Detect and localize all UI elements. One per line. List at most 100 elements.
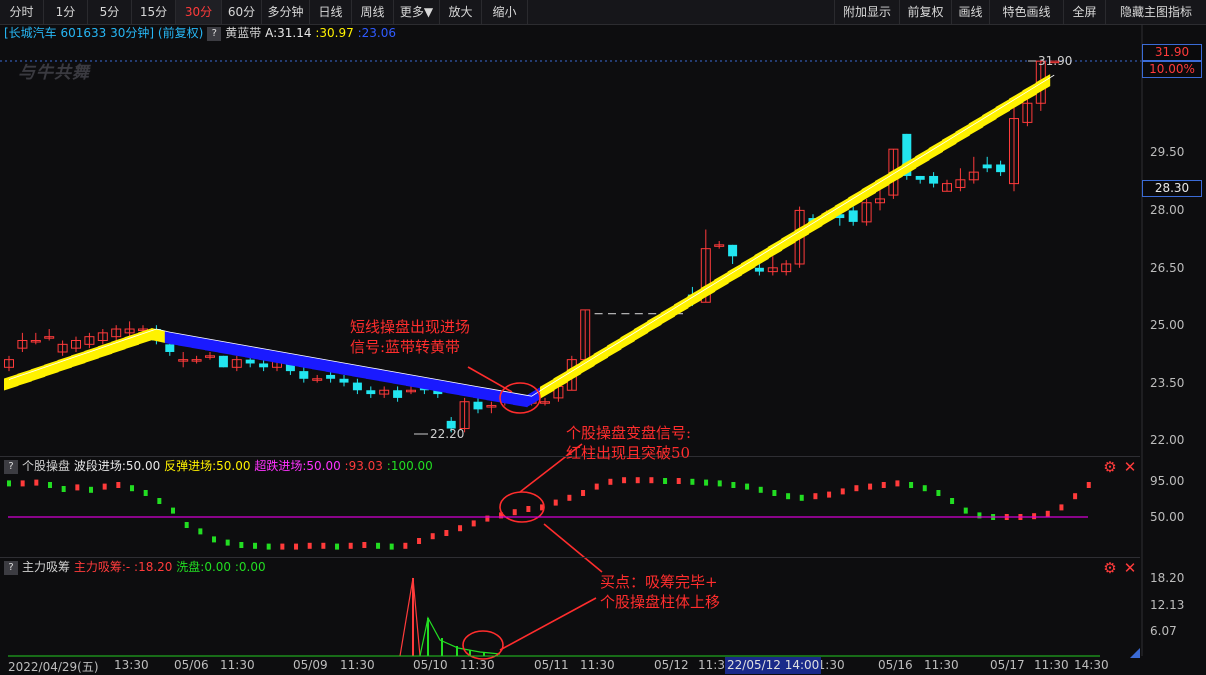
candle-body xyxy=(942,183,952,192)
candle-body xyxy=(312,378,323,381)
blue-band-segment xyxy=(205,338,220,353)
rising-bar xyxy=(75,484,80,491)
candle-body xyxy=(781,263,792,273)
blue-band-segment xyxy=(526,386,541,408)
annotation-arrow-1 xyxy=(467,366,513,393)
candle-body xyxy=(366,390,376,395)
blue-band-segment xyxy=(325,359,340,374)
zoom-out-button[interactable]: 缩小 xyxy=(482,0,528,24)
time-tick: 05/16 xyxy=(878,658,913,672)
help-icon[interactable]: ? xyxy=(4,459,18,474)
tab-1min[interactable]: 1分 xyxy=(44,0,88,24)
candle-body xyxy=(835,214,845,219)
blue-band-segment xyxy=(499,390,515,405)
rising-bar xyxy=(1004,514,1009,520)
candle-body xyxy=(996,164,1006,173)
annotation-circle-2 xyxy=(499,491,545,523)
rising-bar xyxy=(840,488,845,495)
candle-body xyxy=(57,343,68,353)
extra-display-button[interactable]: 附加显示 xyxy=(834,0,900,24)
tab-15min[interactable]: 15分 xyxy=(132,0,176,24)
falling-bar xyxy=(758,486,763,493)
falling-bar xyxy=(772,490,777,496)
candle-body xyxy=(499,397,510,403)
annotation-line: 信号:蓝带转黄带 xyxy=(350,338,461,356)
rising-bar xyxy=(417,538,422,544)
falling-bar xyxy=(266,543,271,550)
yellow-band-segment xyxy=(1022,82,1037,103)
falling-bar xyxy=(212,536,217,543)
fullscreen-button[interactable]: 全屏 xyxy=(1064,0,1106,24)
tab-multi-min[interactable]: 多分钟 xyxy=(262,0,310,24)
time-tick: 11:30 xyxy=(460,658,495,672)
tab-30min[interactable]: 30分 xyxy=(176,0,222,24)
cursor-date-label: 22/05/12 14:00 xyxy=(725,657,822,674)
yellow-band-segment xyxy=(714,271,729,292)
hide-indicator-button[interactable]: 隐藏主图指标 xyxy=(1106,0,1206,24)
blue-band-segment xyxy=(298,354,314,370)
blue-band-segment xyxy=(231,343,247,358)
rising-bar xyxy=(1032,513,1037,520)
tab-60min[interactable]: 60分 xyxy=(222,0,262,24)
pre-adjust-button[interactable]: 前复权 xyxy=(900,0,952,24)
yellow-band-segment xyxy=(580,353,595,375)
rising-bar xyxy=(280,543,285,550)
tab-daily[interactable]: 日线 xyxy=(310,0,352,24)
special-draw-button[interactable]: 特色画线 xyxy=(990,0,1064,24)
candle-body xyxy=(218,355,228,368)
help-icon[interactable]: ? xyxy=(207,26,222,41)
candle-body xyxy=(929,175,939,184)
candle-body xyxy=(767,267,778,273)
falling-bar xyxy=(799,494,804,501)
blue-band-segment xyxy=(285,352,300,367)
help-icon[interactable]: ? xyxy=(4,560,18,575)
sub1-value-5: :100.00 xyxy=(386,459,433,473)
candle-body xyxy=(178,359,189,362)
falling-bar xyxy=(909,482,914,488)
candle-body xyxy=(902,133,912,176)
zoom-in-button[interactable]: 放大 xyxy=(440,0,482,24)
tab-5min[interactable]: 5分 xyxy=(88,0,132,24)
draw-line-button[interactable]: 画线 xyxy=(952,0,990,24)
yellow-band-segment xyxy=(700,279,716,301)
tab-weekly[interactable]: 周线 xyxy=(352,0,394,24)
more-menu-button[interactable]: 更多▼ xyxy=(394,0,440,24)
sub2-value-4: :0.00 xyxy=(234,560,266,574)
candle-body xyxy=(808,218,818,222)
yellow-band-segment xyxy=(607,337,622,358)
yellow-band-segment xyxy=(888,164,903,185)
blue-band-segment xyxy=(339,361,354,377)
candle-body xyxy=(754,267,764,272)
candle-body xyxy=(259,363,269,368)
yellow-band-segment xyxy=(17,369,32,386)
yellow-band-segment xyxy=(71,350,86,368)
yellow-band-segment xyxy=(741,255,756,276)
falling-bar xyxy=(991,514,996,520)
rising-bar xyxy=(430,533,435,540)
blue-band-segment xyxy=(473,385,488,401)
sub2-info-bar: ? 主力吸筹 主力吸筹:- :18.20 洗盘:0.00 :0.00 xyxy=(0,559,266,575)
sub1-value-3: 超跌进场:50.00 xyxy=(254,459,341,473)
time-tick: 11:30 xyxy=(924,658,959,672)
price-tick: 22.00 xyxy=(1150,433,1185,447)
gear-icon[interactable]: ⚙ xyxy=(1102,459,1118,475)
close-icon[interactable]: ✕ xyxy=(1123,560,1137,576)
falling-bar xyxy=(704,479,709,486)
yellow-band-segment xyxy=(861,181,876,202)
rising-bar xyxy=(895,480,900,487)
close-icon[interactable]: ✕ xyxy=(1123,459,1137,475)
candle-body xyxy=(982,164,992,169)
gear-icon[interactable]: ⚙ xyxy=(1102,560,1118,576)
yellow-band-segment xyxy=(553,370,568,391)
yellow-band-segment xyxy=(915,148,930,169)
time-tick: 11:30 xyxy=(580,658,615,672)
falling-bar xyxy=(963,507,968,514)
candle-body xyxy=(285,363,295,372)
falling-bar xyxy=(936,490,941,496)
rising-bar xyxy=(403,542,408,549)
falling-bar xyxy=(977,512,982,519)
indicator-name: 黄蓝带 xyxy=(225,26,262,40)
falling-bar xyxy=(130,485,135,492)
time-tick: 05/06 xyxy=(174,658,209,672)
tab-fenshi[interactable]: 分时 xyxy=(0,0,44,24)
